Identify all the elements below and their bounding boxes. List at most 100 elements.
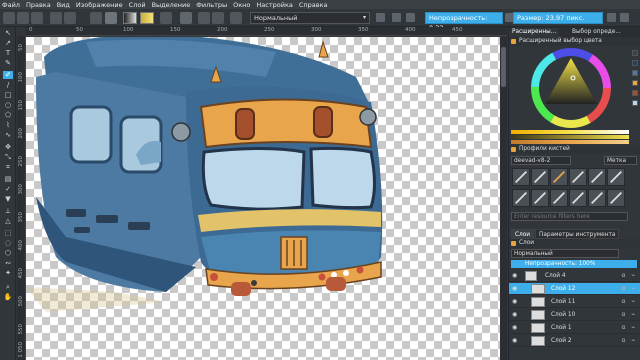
text-tool-icon[interactable]: T: [3, 49, 13, 57]
color-selector[interactable]: [509, 46, 640, 145]
calligraphy-icon[interactable]: ✎: [3, 59, 13, 67]
fill-pattern-icon[interactable]: [90, 12, 102, 24]
color-picker-icon[interactable]: ✓: [3, 185, 13, 193]
eye-icon[interactable]: ◉: [512, 325, 519, 331]
brush-preset[interactable]: [512, 189, 530, 207]
brush-editor-icon[interactable]: [198, 12, 210, 24]
redo-icon[interactable]: [64, 12, 76, 24]
rect-select-icon[interactable]: ⬚: [3, 229, 13, 237]
pan-tool-icon[interactable]: ✋: [3, 293, 13, 301]
layer-row[interactable]: ◉ Слой 4 α ⌁: [509, 270, 640, 282]
preset-bundle-select[interactable]: deevad-v8-2: [511, 156, 571, 165]
vertical-scrollbar[interactable]: [500, 37, 507, 360]
color-strip[interactable]: [511, 130, 629, 134]
gradient-tool-icon[interactable]: ▤: [3, 175, 13, 183]
resource-filter-input[interactable]: Enter resource filters here: [511, 212, 628, 221]
size-slider[interactable]: Размер: 23,97 пикс.: [513, 12, 603, 24]
menu-image[interactable]: Изображение: [76, 1, 123, 9]
assistant-tool-icon[interactable]: ⟂: [3, 207, 13, 215]
scrollbar-thumb[interactable]: [501, 47, 506, 87]
polyline-tool-icon[interactable]: ⌇: [3, 121, 13, 129]
menu-layer[interactable]: Слой: [129, 1, 146, 9]
transform-tool-icon[interactable]: ⤡: [3, 153, 13, 161]
brush-preset-icon[interactable]: [180, 12, 192, 24]
layer-row[interactable]: ◉ Слой 2 α ⌁: [509, 335, 640, 347]
ellipse-tool-icon[interactable]: ○: [3, 101, 13, 109]
layer-row[interactable]: ◉ Слой 1 α ⌁: [509, 322, 640, 334]
menu-edit[interactable]: Правка: [26, 1, 51, 9]
menu-settings[interactable]: Настройка: [256, 1, 292, 9]
ellipse-select-icon[interactable]: ◌: [3, 239, 13, 247]
open-document-icon[interactable]: [17, 12, 29, 24]
eraser-mode-icon[interactable]: [212, 12, 224, 24]
color-history-swatch[interactable]: [632, 90, 638, 96]
layer-row[interactable]: ◉ Слой 12 α ⌁: [509, 283, 640, 295]
measure-tool-icon[interactable]: △: [3, 217, 13, 225]
reset-size-icon[interactable]: [607, 13, 616, 22]
menu-select[interactable]: Выделение: [152, 1, 191, 9]
tab-tool-options[interactable]: Параметры инструмента: [535, 229, 620, 239]
brush-preset[interactable]: [531, 168, 549, 186]
color-history-swatch[interactable]: [632, 70, 638, 76]
color-history-swatch[interactable]: [632, 80, 638, 86]
brush-preset[interactable]: [512, 168, 530, 186]
color-strip[interactable]: [511, 135, 629, 139]
polygon-select-icon[interactable]: ⬡: [3, 249, 13, 257]
brush-preset[interactable]: [569, 168, 587, 186]
canvas[interactable]: [26, 37, 507, 360]
save-icon[interactable]: [31, 12, 43, 24]
tab-advanced-color[interactable]: Расширенны...: [509, 28, 560, 37]
contiguous-select-icon[interactable]: ✦: [3, 269, 13, 277]
pattern-swatch[interactable]: [160, 12, 172, 24]
brush-preset[interactable]: [588, 189, 606, 207]
foreground-color-swatch[interactable]: [140, 12, 154, 24]
canvas-only-icon[interactable]: [620, 13, 629, 22]
gradient-swatch[interactable]: [123, 12, 137, 24]
menu-view[interactable]: Вид: [57, 1, 70, 9]
polygon-tool-icon[interactable]: ⬠: [3, 111, 13, 119]
color-strip[interactable]: [511, 140, 629, 144]
brush-preset[interactable]: [588, 168, 606, 186]
tab-specific-color[interactable]: Выбор опреде...: [569, 28, 624, 37]
color-history-swatch[interactable]: [632, 100, 638, 106]
preset-tag-select[interactable]: Метка: [604, 156, 637, 165]
menu-window[interactable]: Окно: [233, 1, 250, 9]
freehand-brush-icon[interactable]: ✐: [3, 71, 13, 79]
menu-filters[interactable]: Фильтры: [196, 1, 227, 9]
preserve-alpha-icon[interactable]: [230, 12, 242, 24]
eye-icon[interactable]: ◉: [512, 299, 519, 305]
crop-tool-icon[interactable]: ⌗: [3, 163, 13, 171]
undo-icon[interactable]: [50, 12, 62, 24]
tab-layers[interactable]: Слои: [511, 229, 535, 239]
eye-icon[interactable]: ◉: [512, 312, 519, 318]
brush-preset[interactable]: [550, 168, 568, 186]
fill-tool-icon[interactable]: ▼: [3, 195, 13, 203]
mirror-icon[interactable]: [406, 13, 415, 22]
color-history-swatch[interactable]: [632, 50, 638, 56]
select-shapes-icon[interactable]: ↖: [3, 29, 13, 37]
clear-icon[interactable]: [376, 13, 385, 22]
brush-preset[interactable]: [607, 168, 625, 186]
new-document-icon[interactable]: [3, 12, 15, 24]
menu-help[interactable]: Справка: [299, 1, 328, 9]
line-tool-icon[interactable]: /: [3, 81, 13, 89]
eye-icon[interactable]: ◉: [512, 338, 519, 344]
rectangle-tool-icon[interactable]: □: [3, 91, 13, 99]
gradient-mode-icon[interactable]: [105, 12, 117, 24]
alpha-lock-icon[interactable]: [392, 13, 401, 22]
brush-preset[interactable]: [550, 189, 568, 207]
brush-preset[interactable]: [531, 189, 549, 207]
layer-row[interactable]: ◉ Слой 11 α ⌁: [509, 296, 640, 308]
brush-preset[interactable]: [607, 189, 625, 207]
layer-blend-select[interactable]: Нормальный: [511, 249, 619, 258]
brush-preset[interactable]: [569, 189, 587, 207]
color-history-swatch[interactable]: [632, 60, 638, 66]
zoom-tool-icon[interactable]: ⌕: [3, 283, 13, 291]
eye-icon[interactable]: ◉: [512, 286, 519, 292]
color-wheel[interactable]: [511, 48, 631, 128]
edit-shapes-icon[interactable]: ↗: [3, 39, 13, 47]
blend-mode-select[interactable]: Нормальный ▾: [250, 12, 370, 24]
bezier-tool-icon[interactable]: ∿: [3, 131, 13, 139]
opacity-slider[interactable]: Непрозрачность: 0,33: [425, 12, 503, 32]
move-tool-icon[interactable]: ✥: [3, 143, 13, 151]
